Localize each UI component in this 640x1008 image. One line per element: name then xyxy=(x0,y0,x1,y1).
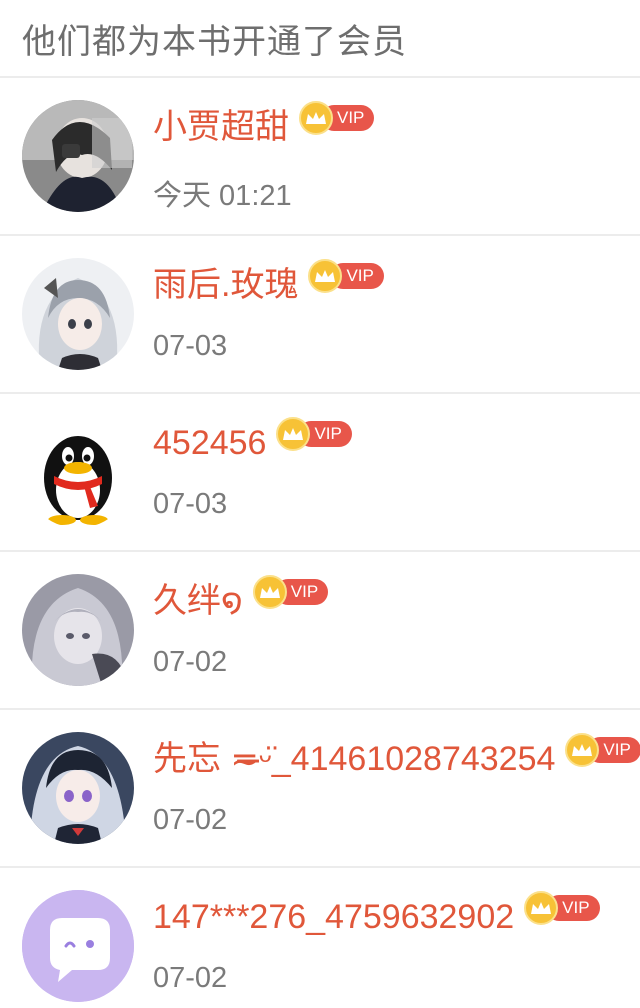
page-title: 他们都为本书开通了会员 xyxy=(22,21,407,62)
member-row[interactable]: 147***276_4759632902 VIP 07-02 xyxy=(0,868,640,1008)
member-row[interactable]: 小贾超甜 VIP 今天 01:21 xyxy=(0,78,640,236)
member-time: 07-02 xyxy=(153,804,228,836)
member-time: 07-03 xyxy=(153,330,228,362)
crown-icon xyxy=(252,575,287,609)
member-row[interactable]: 久绊໑ VIP 07-02 xyxy=(0,552,640,710)
member-time: 07-03 xyxy=(153,488,228,520)
vip-badge: VIP xyxy=(565,733,640,767)
member-name[interactable]: 久绊໑ xyxy=(153,578,243,624)
user-photo-avatar-icon xyxy=(22,100,134,212)
member-time: 07-02 xyxy=(153,646,228,678)
list-header: 他们都为本书开通了会员 xyxy=(0,0,640,78)
avatar[interactable] xyxy=(22,416,134,528)
member-time: 07-02 xyxy=(153,962,228,994)
vip-badge: VIP xyxy=(276,417,352,451)
member-name[interactable]: 452456 xyxy=(153,420,266,466)
vip-badge: VIP xyxy=(299,101,375,135)
qq-penguin-icon xyxy=(22,416,134,528)
member-row[interactable]: 雨后.玫瑰 VIP 07-03 xyxy=(0,236,640,394)
anime-girl-avatar-icon xyxy=(22,732,134,844)
avatar[interactable] xyxy=(22,258,134,370)
member-time: 今天 01:21 xyxy=(153,180,292,212)
member-row[interactable]: 452456 VIP 07-03 xyxy=(0,394,640,552)
avatar[interactable] xyxy=(22,732,134,844)
default-chat-avatar-icon xyxy=(22,890,134,1002)
avatar[interactable] xyxy=(22,890,134,1002)
vip-badge: VIP xyxy=(252,575,329,609)
member-name[interactable]: 小贾超甜 xyxy=(153,104,289,150)
vip-badge: VIP xyxy=(308,259,384,293)
avatar[interactable] xyxy=(22,574,134,686)
crown-icon xyxy=(524,891,559,925)
vip-badge: VIP xyxy=(524,891,600,925)
avatar[interactable] xyxy=(22,100,134,212)
member-name[interactable]: 雨后.玫瑰 xyxy=(153,262,298,308)
member-list-page: 他们都为本书开通了会员 小贾超甜 VIP 今天 01:21 雨后.玫瑰 VIP … xyxy=(0,0,640,1008)
member-row[interactable]: 先忘 ≂̶̶̶ᵕ̈_41461028743254 VIP 07-02 xyxy=(0,710,640,868)
crown-icon xyxy=(299,101,333,135)
member-name[interactable]: 先忘 ≂̶̶̶ᵕ̈_41461028743254 xyxy=(153,736,555,782)
anime-girl-avatar-icon xyxy=(22,574,134,686)
member-name[interactable]: 147***276_4759632902 xyxy=(153,894,514,940)
anime-girl-avatar-icon xyxy=(22,258,134,370)
